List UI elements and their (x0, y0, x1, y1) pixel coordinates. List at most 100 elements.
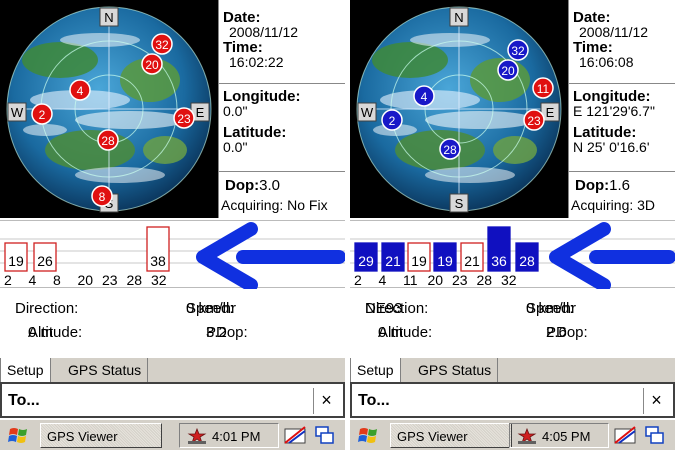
signal-box-label: 19 (411, 253, 427, 269)
network-star-icon[interactable] (186, 427, 208, 445)
acquiring-status: Acquiring: No Fix (221, 197, 328, 213)
connectivity-disabled-icon[interactable] (613, 425, 637, 447)
latitude-value: N 25' 0'16.6' (573, 139, 650, 155)
sky-view: N S E W 32 20 11 4 2 23 28 (350, 0, 568, 218)
network-star-icon[interactable] (516, 427, 538, 445)
direction-label: Direction: (15, 300, 79, 317)
clock: 4:01 PM (212, 429, 261, 444)
signal-box-label: 29 (358, 253, 374, 269)
latitude-value: 0.0" (223, 139, 248, 155)
tab-setup[interactable]: Setup (350, 358, 401, 383)
arrow-annotation (549, 222, 675, 289)
signal-box-label: 36 (491, 253, 507, 269)
date-label: Date: (573, 9, 611, 26)
windows-logo-icon (359, 428, 368, 435)
globe-view: NSEW 32204223288 (6, 6, 212, 213)
globe-view: N S E W 32 20 11 4 2 23 28 (356, 6, 562, 213)
dop-label: Dop: (575, 177, 610, 194)
signal-box-label: 21 (385, 253, 401, 269)
date-label: Date: (223, 9, 261, 26)
motion-stats: Direction: NE93 Speed: 0 km/hr Altitude: 0… (350, 292, 675, 352)
time-label: Time: (573, 39, 613, 56)
compass-n-label: N (454, 10, 463, 25)
date-value: 2008/11/12 (579, 24, 649, 40)
longitude-value: 0.0" (223, 103, 248, 119)
signal-box-label: 19 (437, 253, 453, 269)
position-panel: Date: 2008/11/12 Time: 16:06:08 Longitud… (568, 0, 675, 218)
longitude-label: Longitude: (573, 88, 651, 105)
signal-boxes: 29 21 19 19 21 36 28 (354, 226, 539, 272)
satellite-20-label: 20 (145, 58, 159, 72)
prn-label: 2 (354, 272, 362, 288)
motion-stats: Direction: Speed: 0 km/hr Altitude: 0 m P… (0, 292, 345, 352)
windows-cascade-icon[interactable] (645, 425, 665, 447)
prn-label: 8 (53, 272, 61, 288)
speed-value: 0 km/hr (526, 300, 577, 317)
prn-label: 23 (102, 272, 118, 288)
signal-box-label: 21 (464, 253, 480, 269)
pdop-value: 2.6 (546, 324, 567, 341)
system-tray: 4:01 PM (179, 423, 279, 448)
system-tray: 4:05 PM (509, 423, 609, 448)
satellite-8-label: 8 (99, 190, 106, 204)
prn-label: 11 (403, 272, 418, 288)
latitude-label: Latitude: (573, 124, 637, 141)
tab-setup[interactable]: Setup (0, 358, 51, 383)
signal-box-label: 38 (150, 253, 166, 269)
compass-e-label: E (196, 105, 205, 120)
prn-label: 4 (378, 272, 387, 288)
dop-value: 3.0 (259, 177, 281, 194)
start-button[interactable] (356, 425, 382, 447)
taskbar-app-gps-viewer[interactable]: GPS Viewer (40, 423, 162, 448)
satellite-32-label: 32 (511, 44, 525, 58)
close-button[interactable]: × (643, 388, 669, 414)
taskbar: GPS Viewer 4:01 PM (0, 419, 345, 450)
satellite-4-label: 4 (421, 90, 428, 104)
tab-gps-status[interactable]: GPS Status (62, 358, 149, 383)
taskbar: GPS Viewer 4:05 PM (350, 419, 675, 450)
prn-label: 20 (427, 272, 444, 288)
arrow-annotation (196, 222, 345, 289)
windows-cascade-icon[interactable] (315, 425, 335, 447)
taskbar-app-gps-viewer[interactable]: GPS Viewer (390, 423, 512, 448)
longitude-value: E 121'29'6.7" (573, 103, 655, 119)
close-button[interactable]: × (313, 388, 339, 414)
time-label: Time: (223, 39, 263, 56)
prn-label: 23 (452, 272, 468, 288)
position-panel: Date: 2008/11/12 Time: 16:02:22 Longitud… (218, 0, 345, 218)
prn-label: 28 (126, 272, 143, 288)
prn-label: 4 (28, 272, 37, 288)
signal-strength-panel: 19 26 38 2 4 8 20 23 28 32 (0, 220, 345, 289)
clock: 4:05 PM (542, 429, 591, 444)
satellite-23-label: 23 (177, 112, 191, 126)
satellite-28-label: 28 (101, 134, 115, 148)
compass-e-label: E (546, 105, 555, 120)
prn-label: 28 (476, 272, 493, 288)
tab-gps-status[interactable]: GPS Status (412, 358, 499, 383)
altitude-value: 0 m (378, 324, 404, 341)
windows-logo-icon (9, 428, 18, 435)
satellite-32-label: 32 (155, 38, 169, 52)
latitude-label: Latitude: (223, 124, 287, 141)
start-button[interactable] (6, 425, 32, 447)
signal-box-label: 28 (519, 253, 535, 269)
tab-bar: Setup GPS Status (350, 357, 675, 383)
satellite-23-label: 23 (527, 114, 541, 128)
todo-bar[interactable]: To... × (0, 382, 345, 418)
satellite-20-label: 20 (501, 64, 515, 78)
longitude-label: Longitude: (223, 88, 301, 105)
connectivity-disabled-icon[interactable] (283, 425, 307, 447)
direction-value: NE93 (365, 300, 403, 317)
prn-label: 20 (77, 272, 94, 288)
todo-text: To... (358, 392, 390, 409)
signal-boxes: 19 26 38 (4, 226, 170, 272)
satellite-28-label: 28 (443, 143, 457, 157)
prn-label: 32 (151, 272, 167, 288)
signal-bars: 19 26 38 (0, 222, 345, 289)
satellite-11-label: 11 (537, 82, 550, 96)
dop-label: Dop: (225, 177, 260, 194)
todo-bar[interactable]: To... × (350, 382, 675, 418)
time-value: 16:06:08 (579, 54, 634, 70)
signal-box-label: 19 (8, 253, 24, 269)
dop-value: 1.6 (609, 177, 631, 194)
